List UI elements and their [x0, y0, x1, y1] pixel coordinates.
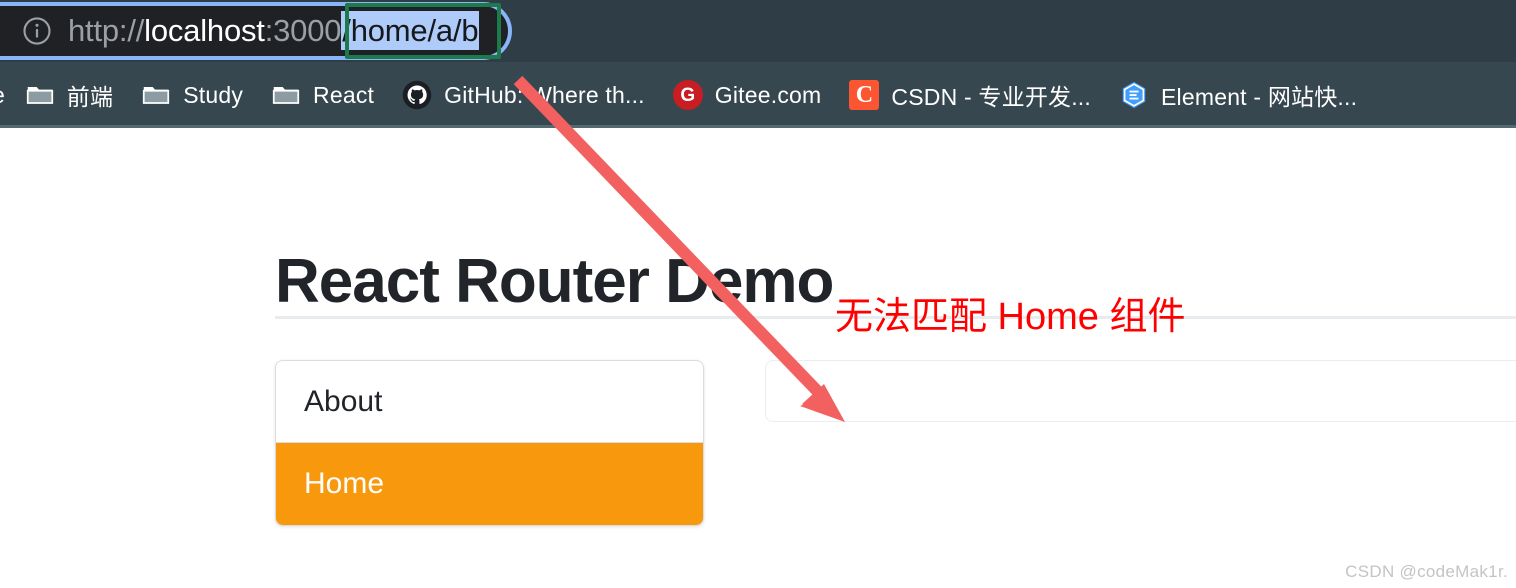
gitee-icon: G [672, 80, 703, 110]
bookmark-label: Gitee.com [714, 81, 822, 108]
bookmark-label: Element - 网站快... [1161, 84, 1358, 110]
annotation-label: 无法匹配 Home 组件 [835, 296, 1186, 338]
url-port: :3000 [264, 13, 342, 48]
bookmark-csdn[interactable]: C CSDN - 专业开发... [835, 71, 1105, 119]
bookmark-clipped-label[interactable]: e [0, 82, 11, 109]
bookmark-label: Study [183, 81, 244, 108]
folder-icon [26, 87, 53, 104]
info-circle-icon[interactable] [22, 16, 52, 46]
url-host: localhost [144, 13, 265, 48]
url-scheme: http:// [68, 13, 145, 48]
csdn-icon: C [849, 80, 880, 110]
page-title: React Router Demo [275, 246, 834, 316]
route-outlet-panel [765, 360, 1516, 422]
nav-link-home[interactable]: Home [276, 443, 703, 525]
page-content: React Router Demo 无法匹配 Home 组件 About Hom… [0, 131, 1516, 588]
folder-icon [272, 87, 300, 104]
nav-link-about[interactable]: About [276, 361, 703, 443]
bookmark-folder-study[interactable]: Study [127, 71, 257, 119]
nav-link-label: About [304, 384, 383, 418]
bookmark-label: CSDN - 专业开发... [891, 84, 1091, 110]
bookmark-label: GitHub: Where th... [444, 81, 645, 108]
bookmark-gitee[interactable]: G Gitee.com [659, 71, 836, 119]
bookmark-github[interactable]: GitHub: Where th... [388, 71, 659, 119]
url-path-selected[interactable]: /home/a/b [341, 11, 480, 50]
bookmark-label: React [313, 81, 375, 108]
watermark: CSDN @codeMak1r. [1345, 562, 1508, 581]
nav-link-label: Home [304, 467, 385, 500]
bookmark-label: 前端 [66, 84, 114, 110]
github-icon [402, 80, 432, 110]
element-icon [1122, 81, 1146, 109]
bookmarks-bar[interactable]: e 前端 Study React [0, 62, 1516, 128]
folder-icon [143, 87, 170, 104]
url-bar-zone: http://localhost:3000/home/a/b [0, 0, 1516, 62]
bookmark-folder-react[interactable]: React [257, 71, 388, 119]
bookmark-element[interactable]: Element - 网站快... [1105, 71, 1371, 119]
bookmark-folder-frontend[interactable]: 前端 [11, 71, 127, 119]
router-nav-list[interactable]: About Home [275, 360, 704, 526]
browser-chrome: http://localhost:3000/home/a/b e 前端 Stud… [0, 0, 1516, 128]
url-input[interactable]: http://localhost:3000/home/a/b [68, 11, 480, 51]
